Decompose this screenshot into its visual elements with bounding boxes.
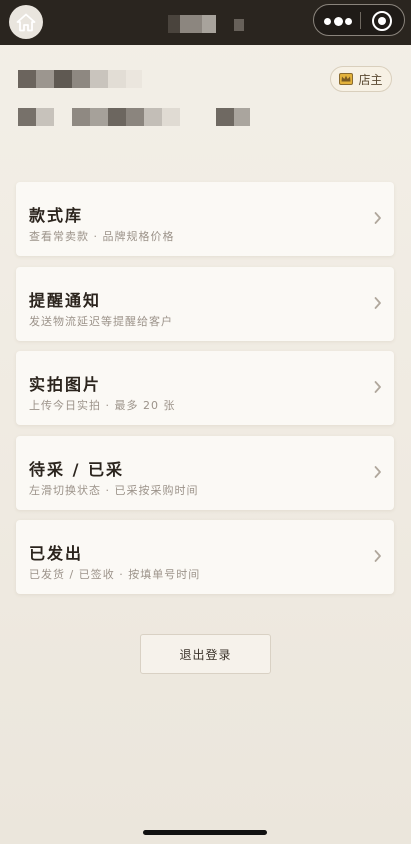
logout-button[interactable]: 退出登录	[140, 634, 271, 674]
mini-program-capsule	[313, 4, 405, 36]
role-badge-label: 店主	[358, 72, 383, 87]
card-title: 已发出	[29, 544, 84, 563]
chevron-right-icon	[374, 212, 381, 224]
home-button[interactable]	[9, 5, 43, 39]
menu-card-shipped[interactable]: 已发出 已发货 / 已签收 · 按填单号时间	[16, 520, 394, 594]
chevron-right-icon	[374, 381, 381, 393]
role-badge: 店主	[330, 66, 392, 92]
card-title: 实拍图片	[29, 375, 102, 394]
target-icon[interactable]	[372, 11, 392, 31]
menu-card-reminders[interactable]: 提醒通知 发送物流延迟等提醒给客户	[16, 267, 394, 341]
page-title-redacted	[168, 15, 258, 35]
menu-card-style-library[interactable]: 款式库 查看常卖款 · 品牌规格价格	[16, 182, 394, 256]
card-description: 左滑切换状态 · 已采按采购时间	[29, 484, 199, 497]
card-title: 待采 / 已采	[29, 460, 124, 479]
chevron-right-icon	[374, 550, 381, 562]
card-title: 款式库	[29, 206, 84, 225]
chevron-right-icon	[374, 466, 381, 478]
crown-icon	[339, 73, 354, 85]
profile-name-redacted	[18, 70, 158, 90]
menu-card-purchasing[interactable]: 待采 / 已采 左滑切换状态 · 已采按采购时间	[16, 436, 394, 510]
card-description: 发送物流延迟等提醒给客户	[29, 315, 173, 328]
chevron-right-icon	[374, 297, 381, 309]
more-dots-icon[interactable]	[324, 14, 352, 28]
home-indicator[interactable]	[143, 830, 267, 835]
card-description: 已发货 / 已签收 · 按填单号时间	[29, 568, 201, 581]
card-title: 提醒通知	[29, 291, 102, 310]
capsule-divider	[360, 12, 361, 29]
profile-subtitle-redacted	[18, 108, 258, 128]
home-icon	[16, 13, 36, 31]
top-navbar	[0, 0, 411, 45]
menu-card-photos[interactable]: 实拍图片 上传今日实拍 · 最多 20 张	[16, 351, 394, 425]
card-description: 查看常卖款 · 品牌规格价格	[29, 230, 175, 243]
card-description: 上传今日实拍 · 最多 20 张	[29, 399, 176, 412]
